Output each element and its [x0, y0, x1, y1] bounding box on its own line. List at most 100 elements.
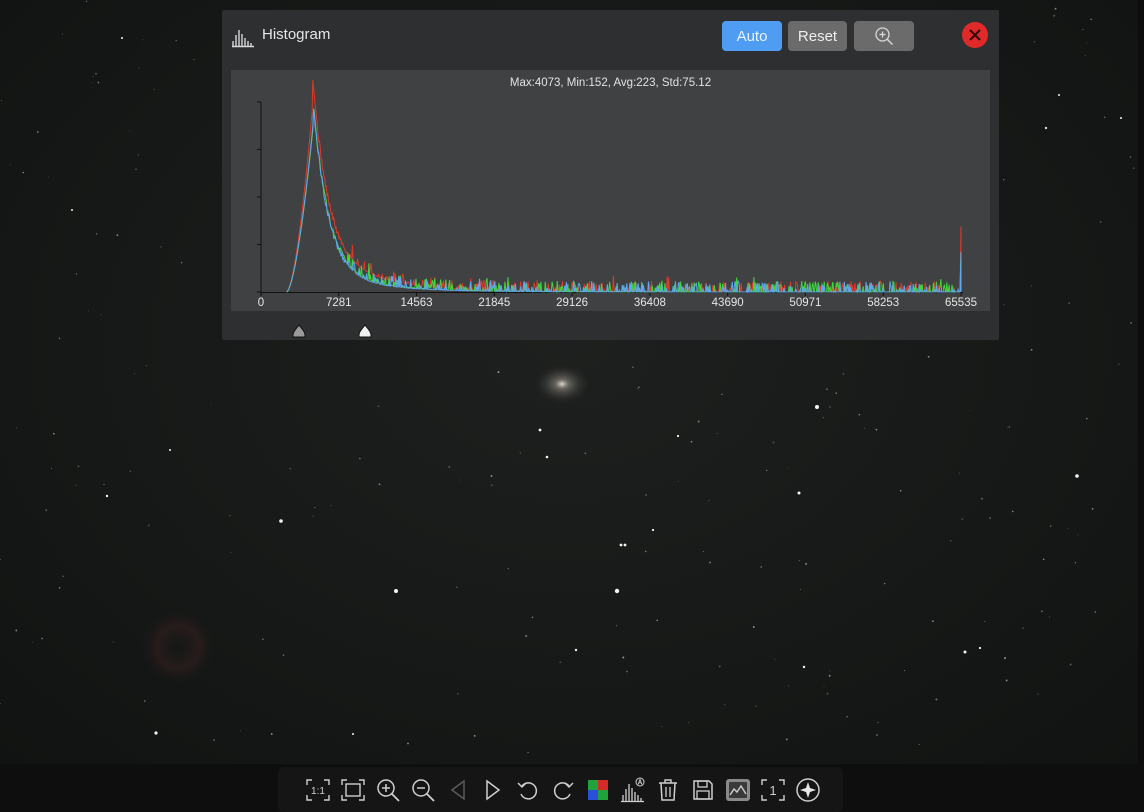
faint-star — [230, 551, 232, 553]
fit-window-button[interactable] — [335, 772, 370, 807]
faint-star — [1104, 116, 1106, 118]
faint-star — [62, 575, 64, 577]
faint-star — [193, 59, 195, 61]
faint-star — [826, 388, 828, 390]
faint-star — [989, 517, 991, 519]
faint-star — [927, 355, 930, 358]
star — [394, 589, 398, 593]
faint-star — [137, 154, 139, 156]
auto-stretch-histogram-button[interactable] — [615, 772, 650, 807]
faint-star — [1030, 348, 1033, 351]
faint-star — [58, 337, 61, 340]
white-point-handle[interactable] — [358, 324, 372, 338]
faint-star — [52, 432, 55, 435]
faint-star — [798, 559, 801, 562]
faint-star — [755, 705, 757, 707]
faint-star — [1041, 610, 1043, 613]
star — [963, 650, 967, 654]
x-tick-label: 65535 — [945, 297, 977, 309]
star — [802, 665, 806, 669]
faint-star — [903, 670, 905, 671]
bottom-toolbar: 1:1 1 — [278, 767, 843, 812]
faint-star — [709, 561, 712, 564]
save-button[interactable] — [685, 772, 720, 807]
faint-star — [525, 635, 528, 637]
faint-star — [62, 33, 64, 35]
faint-star — [270, 733, 273, 735]
rotate-right-button[interactable] — [545, 772, 580, 807]
star — [1044, 126, 1048, 130]
faint-star — [330, 505, 332, 507]
star-detection-button[interactable] — [790, 772, 825, 807]
faint-star — [175, 39, 177, 42]
faint-star — [1011, 510, 1014, 513]
zoom-button[interactable] — [854, 21, 914, 51]
faint-star — [160, 246, 162, 248]
faint-star — [1049, 616, 1051, 618]
x-tick-label: 50971 — [789, 297, 822, 309]
faint-star — [1084, 54, 1086, 57]
x-tick-label: 7281 — [325, 297, 352, 309]
faint-star — [0, 100, 3, 102]
auto-button[interactable]: Auto — [722, 21, 782, 51]
faint-star — [961, 518, 964, 521]
histogram-series-blue — [286, 108, 962, 294]
histogram-panel: Histogram Auto Reset Max:4073, Min:152, … — [222, 10, 999, 340]
star — [545, 455, 549, 459]
zoom-in-button[interactable] — [370, 772, 405, 807]
black-point-handle[interactable] — [292, 324, 306, 338]
debayer-button[interactable] — [580, 772, 615, 807]
x-tick-label: 29126 — [556, 297, 589, 309]
zoom-out-button[interactable] — [405, 772, 440, 807]
faint-star — [41, 637, 44, 640]
faint-star — [724, 704, 726, 705]
faint-star — [637, 388, 639, 390]
faint-star — [531, 616, 534, 619]
faint-star — [615, 624, 618, 627]
reset-button[interactable]: Reset — [788, 21, 847, 51]
faint-star — [1053, 14, 1056, 17]
star — [978, 646, 982, 650]
faint-star — [969, 410, 971, 412]
faint-star — [507, 567, 510, 570]
faint-star — [96, 233, 98, 235]
image-stats-button[interactable] — [720, 772, 755, 807]
faint-star — [0, 558, 1, 561]
faint-star — [690, 440, 693, 443]
histogram-plot[interactable]: Max:4073, Min:152, Avg:223, Std:75.12 07… — [231, 70, 990, 311]
close-button[interactable] — [962, 22, 988, 48]
faint-star — [239, 730, 241, 732]
faint-star — [262, 638, 264, 640]
faint-star — [958, 472, 960, 474]
faint-star — [772, 441, 775, 444]
faint-star — [282, 654, 285, 657]
faint-star — [116, 234, 119, 237]
faint-star — [822, 417, 824, 419]
faint-star — [103, 483, 105, 486]
faint-star — [147, 524, 150, 527]
faint-star — [1005, 679, 1008, 682]
frame-number-button[interactable]: 1 — [755, 772, 790, 807]
rotate-left-button[interactable] — [510, 772, 545, 807]
faint-star — [75, 273, 78, 275]
faint-star — [787, 467, 788, 468]
star — [154, 731, 158, 735]
faint-star — [144, 700, 146, 702]
previous-button[interactable] — [440, 772, 475, 807]
faint-star — [631, 366, 634, 369]
faint-star — [760, 566, 763, 568]
faint-star — [1008, 426, 1011, 428]
faint-star — [45, 509, 48, 512]
x-tick-label: 0 — [257, 297, 265, 309]
next-button[interactable] — [475, 772, 510, 807]
save-icon — [692, 779, 713, 800]
star — [676, 434, 680, 438]
faint-star — [884, 582, 886, 585]
faint-star — [51, 467, 53, 470]
star — [614, 588, 620, 594]
faint-star — [645, 493, 648, 496]
delete-button[interactable] — [650, 772, 685, 807]
fit-1to1-button[interactable]: 1:1 — [300, 772, 335, 807]
x-tick-label: 14563 — [400, 297, 433, 309]
faint-star — [289, 468, 291, 470]
